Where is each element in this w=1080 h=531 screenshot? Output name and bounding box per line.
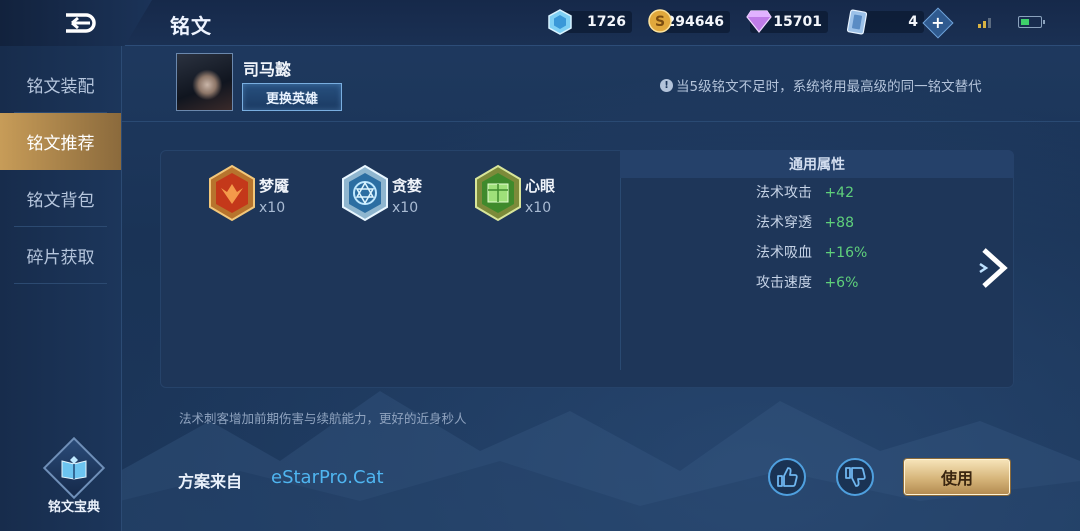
codex-icon-frame [42, 436, 106, 500]
thumbs-down-icon [845, 467, 866, 487]
resource-voucher: 4 [846, 9, 924, 35]
resource-gold: 294646 S [648, 9, 730, 35]
source-author-link[interactable]: eStarPro.Cat [271, 467, 384, 488]
battery-icon [1018, 16, 1045, 28]
back-arrow-icon [66, 13, 96, 33]
insight-rune-icon [475, 164, 521, 222]
hero-avatar[interactable] [176, 53, 233, 111]
attribute-row: 法术穿透 +88 [756, 212, 854, 232]
info-icon: ! [660, 78, 673, 92]
add-voucher-button[interactable]: + [922, 7, 954, 39]
back-button[interactable] [0, 0, 152, 46]
rune-panel: 梦魇 x10 贪婪 x10 心眼 x10 通用属性 法术攻击 +42 法术穿透 … [160, 150, 1014, 388]
plan-description: 法术刺客增加前期伤害与续航能力，更好的近身秒人 [179, 411, 467, 426]
signal-icon [978, 18, 991, 28]
hero-name: 司马懿 [243, 60, 292, 79]
dislike-button[interactable] [836, 458, 874, 496]
gold-coin-icon: S [648, 9, 672, 33]
top-bar: 铭文 1726 294646 S 15701 4 + [0, 0, 1080, 46]
svg-text:S: S [655, 14, 665, 30]
sidebar-item-backpack[interactable]: 铭文背包 [14, 170, 107, 227]
rune-name: 梦魇 [259, 177, 290, 195]
plus-icon: + [931, 13, 945, 32]
attribute-name: 法术攻击 [756, 185, 812, 201]
rune-count: x10 [392, 200, 419, 216]
codex-button[interactable]: 铭文宝典 [42, 436, 106, 515]
diamond-icon [746, 10, 772, 33]
attributes-title: 通用属性 [620, 150, 1014, 178]
resource-crystal: 1726 [548, 9, 632, 35]
attribute-value: +42 [824, 185, 854, 201]
sidebar-item-fragments[interactable]: 碎片获取 [14, 227, 107, 284]
rune-name: 心眼 [525, 177, 556, 195]
rune-name: 贪婪 [392, 177, 423, 195]
resource-diamond: 15701 [746, 9, 830, 35]
book-icon [61, 456, 87, 480]
crystal-icon [548, 9, 572, 35]
greed-rune-icon [342, 164, 388, 222]
sidebar-item-equip[interactable]: 铭文装配 [14, 56, 107, 113]
nightmare-rune-icon [209, 164, 255, 222]
thumbs-up-icon [777, 467, 798, 487]
like-button[interactable] [768, 458, 806, 496]
attribute-value: +16% [824, 245, 868, 261]
notice-text: 当5级铭文不足时，系统将用最高级的同一铭文替代 [676, 79, 982, 95]
next-page-arrow-icon[interactable] [978, 246, 1008, 290]
header-divider [122, 121, 1080, 122]
rune-count: x10 [259, 200, 286, 216]
attribute-row: 攻击速度 +6% [756, 272, 858, 292]
attribute-name: 攻击速度 [756, 275, 812, 291]
change-hero-button[interactable]: 更换英雄 [242, 83, 342, 111]
sidebar-item-recommend[interactable]: 铭文推荐 [0, 113, 121, 170]
attribute-name: 法术吸血 [756, 245, 812, 261]
attribute-value: +88 [824, 215, 854, 231]
voucher-icon [846, 9, 868, 35]
attribute-name: 法术穿透 [756, 215, 812, 231]
source-label: 方案来自 [178, 472, 243, 491]
notice: ! 当5级铭文不足时，系统将用最高级的同一铭文替代 [660, 75, 982, 95]
use-button[interactable]: 使用 [904, 459, 1010, 495]
attribute-row: 法术吸血 +16% [756, 242, 867, 262]
panel-divider [620, 170, 621, 370]
page-title: 铭文 [170, 14, 212, 38]
rune-count: x10 [525, 200, 552, 216]
attribute-value: +6% [824, 275, 859, 291]
attribute-row: 法术攻击 +42 [756, 182, 854, 202]
